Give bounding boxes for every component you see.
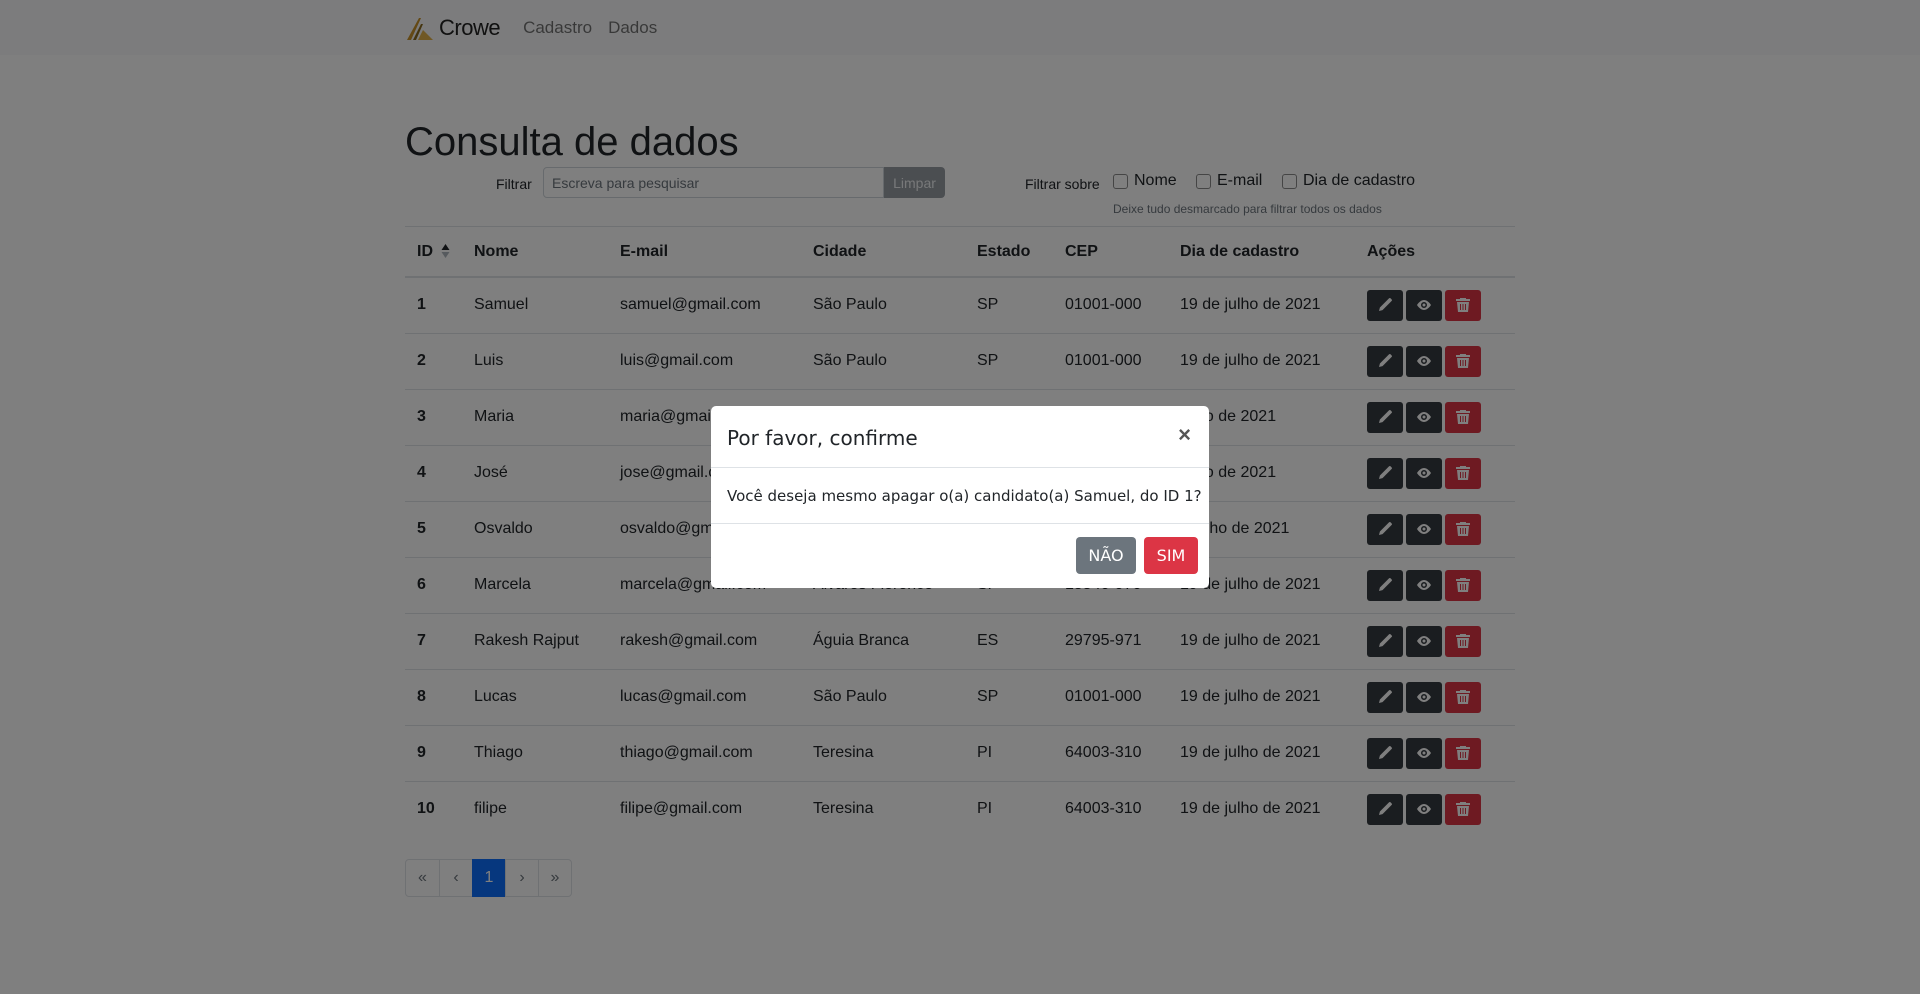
yes-button[interactable]: SIM [1144, 537, 1198, 574]
confirm-modal: Por favor, confirme × Você deseja mesmo … [711, 406, 1209, 588]
modal-title: Por favor, confirme [727, 426, 918, 450]
modal-footer: NÃO SIM [711, 524, 1209, 588]
modal-message: Você deseja mesmo apagar o(a) candidato(… [727, 487, 1202, 505]
modal-close-button[interactable]: × [1178, 424, 1191, 446]
modal-body: Você deseja mesmo apagar o(a) candidato(… [711, 468, 1209, 524]
no-button[interactable]: NÃO [1076, 537, 1136, 574]
modal-header: Por favor, confirme × [711, 406, 1209, 468]
